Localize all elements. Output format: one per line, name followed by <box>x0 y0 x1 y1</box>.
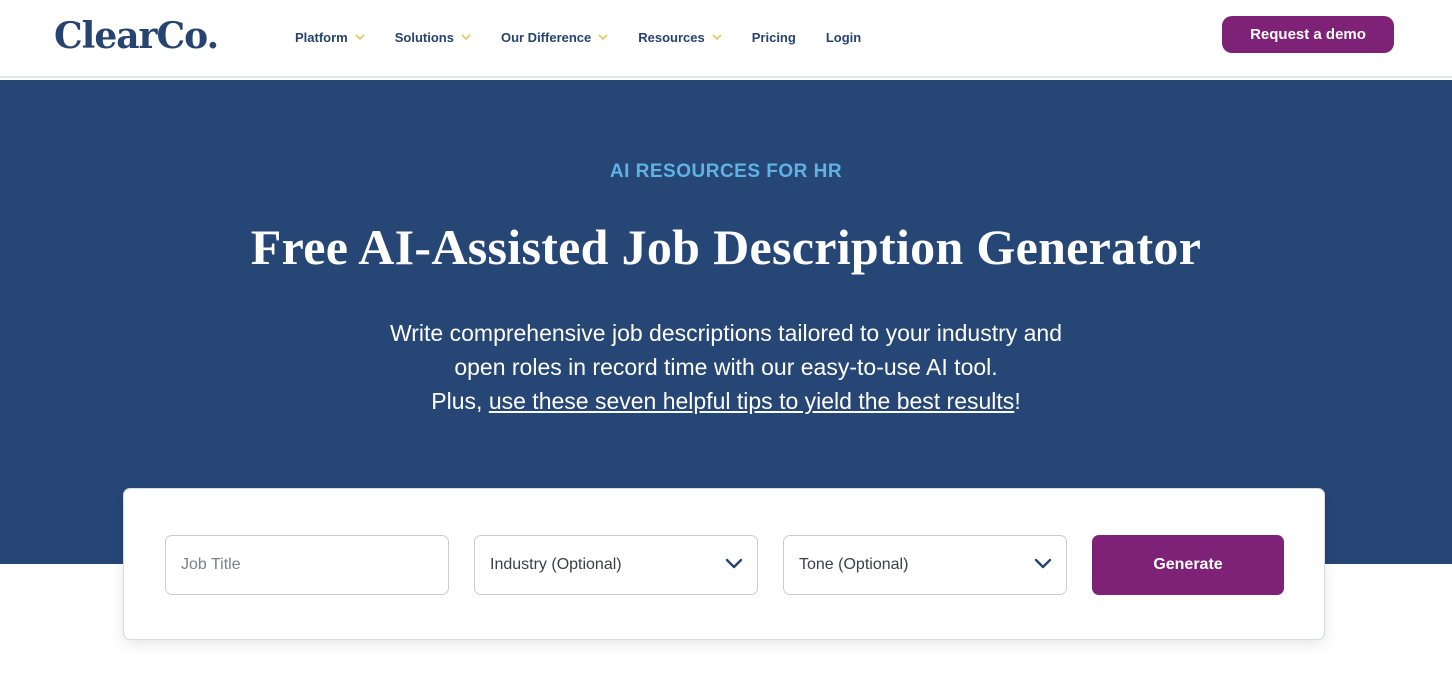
nav-label: Resources <box>638 29 705 45</box>
nav-item-platform[interactable]: Platform <box>295 30 365 45</box>
job-title-input[interactable] <box>181 556 448 574</box>
nav-item-login[interactable]: Login <box>826 30 861 45</box>
hero-eyebrow: AI RESOURCES FOR HR <box>609 161 843 182</box>
chevron-down-icon <box>598 34 608 41</box>
nav-item-our-difference[interactable]: Our Difference <box>501 30 608 45</box>
main-nav: Platform Solutions Our Difference Resour… <box>295 26 891 48</box>
subtitle-suffix: ! <box>1014 388 1021 414</box>
request-demo-button[interactable]: Request a demo <box>1222 16 1394 53</box>
subtitle-line-2: open roles in record time with our easy-… <box>454 354 998 380</box>
subtitle-prefix: Plus, <box>431 388 489 414</box>
hero-subtitle: Write comprehensive job descriptions tai… <box>326 316 1126 418</box>
nav-label: Our Difference <box>500 29 592 45</box>
subtitle-line-3: Plus, use these seven helpful tips to yi… <box>326 384 1126 418</box>
clearco-logo[interactable]: ClearCo. <box>54 14 220 58</box>
generator-form-card: Industry (Optional) Tone (Optional) Gene… <box>123 488 1325 640</box>
nav-item-pricing[interactable]: Pricing <box>752 30 796 45</box>
logo-dot: . <box>206 15 220 57</box>
site-header: ClearCo. Platform Solutions Our Differen… <box>0 0 1452 78</box>
job-title-field[interactable] <box>165 535 449 595</box>
tips-link[interactable]: use these seven helpful tips to yield th… <box>489 388 1014 414</box>
generate-button[interactable]: Generate <box>1092 535 1284 595</box>
tone-select[interactable]: Tone (Optional) <box>783 535 1067 595</box>
tone-select-label: Tone (Optional) <box>799 556 909 573</box>
chevron-down-icon <box>712 34 722 41</box>
nav-label: Solutions <box>394 29 454 45</box>
industry-select[interactable]: Industry (Optional) <box>474 535 758 595</box>
page-title: Free AI-Assisted Job Description Generat… <box>250 219 1202 275</box>
nav-label: Pricing <box>751 29 796 45</box>
chevron-down-icon <box>1034 558 1052 569</box>
chevron-down-icon <box>355 34 365 41</box>
logo-text: ClearCo <box>54 15 208 57</box>
industry-select-label: Industry (Optional) <box>490 556 622 573</box>
nav-label: Platform <box>295 29 348 45</box>
chevron-down-icon <box>461 34 471 41</box>
subtitle-line-1: Write comprehensive job descriptions tai… <box>389 320 1063 346</box>
nav-label: Login <box>825 29 862 45</box>
nav-item-solutions[interactable]: Solutions <box>395 30 471 45</box>
nav-item-resources[interactable]: Resources <box>638 29 722 45</box>
chevron-down-icon <box>725 558 743 569</box>
